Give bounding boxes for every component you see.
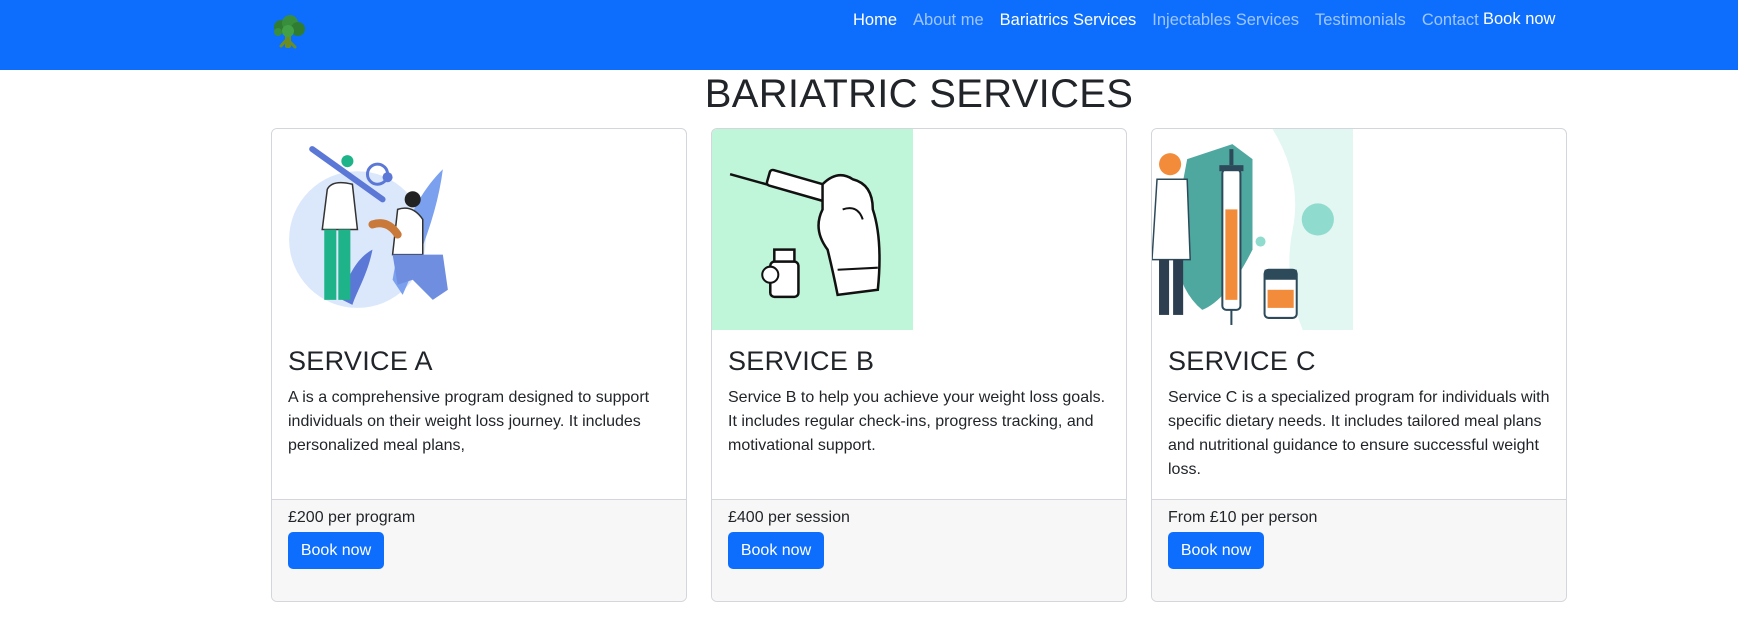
service-card-a: SERVICE A A is a comprehensive program d… [271, 128, 687, 602]
card-description: Service C is a specialized program for i… [1168, 389, 1550, 478]
card-description: Service B to help you achieve your weigh… [728, 389, 1106, 454]
navbar: Home About me Bariatrics Services Inject… [0, 0, 1738, 70]
card-title: SERVICE B [728, 346, 875, 376]
doctor-syringe-illustration [1152, 129, 1353, 330]
card-price: £200 per program [288, 509, 416, 526]
book-now-button[interactable]: Book now [728, 532, 824, 569]
card-price: £400 per session [728, 509, 850, 526]
broccoli-icon[interactable] [269, 14, 309, 50]
syringe-vial-illustration [712, 129, 913, 330]
card-title: SERVICE C [1168, 346, 1316, 376]
service-card-c: SERVICE C Service C is a specialized pro… [1151, 128, 1567, 602]
nav-bariatrics-services[interactable]: Bariatrics Services [1000, 11, 1137, 30]
nav-injectables-services[interactable]: Injectables Services [1152, 11, 1299, 30]
card-footer: From £10 per person Book now [1152, 499, 1566, 601]
card-price: From £10 per person [1168, 509, 1318, 526]
card-description: A is a comprehensive program designed to… [288, 389, 650, 454]
card-title: SERVICE A [288, 346, 433, 376]
card-footer: £400 per session Book now [712, 499, 1126, 601]
nav-home[interactable]: Home [853, 11, 897, 30]
nav-testimonials[interactable]: Testimonials [1315, 11, 1406, 30]
nav-contact[interactable]: Contact [1422, 11, 1479, 30]
vaccination-illustration [272, 129, 473, 330]
card-footer: £200 per program Book now [272, 499, 686, 601]
page-title: BARIATRIC SERVICES [704, 72, 1134, 116]
nav-about-me[interactable]: About me [913, 11, 984, 30]
nav-book-now-link[interactable]: Book now [1483, 10, 1555, 29]
book-now-button[interactable]: Book now [1168, 532, 1264, 569]
service-card-b: SERVICE B Service B to help you achieve … [711, 128, 1127, 602]
nav-links: Home About me Bariatrics Services Inject… [853, 10, 1495, 30]
book-now-button[interactable]: Book now [288, 532, 384, 569]
